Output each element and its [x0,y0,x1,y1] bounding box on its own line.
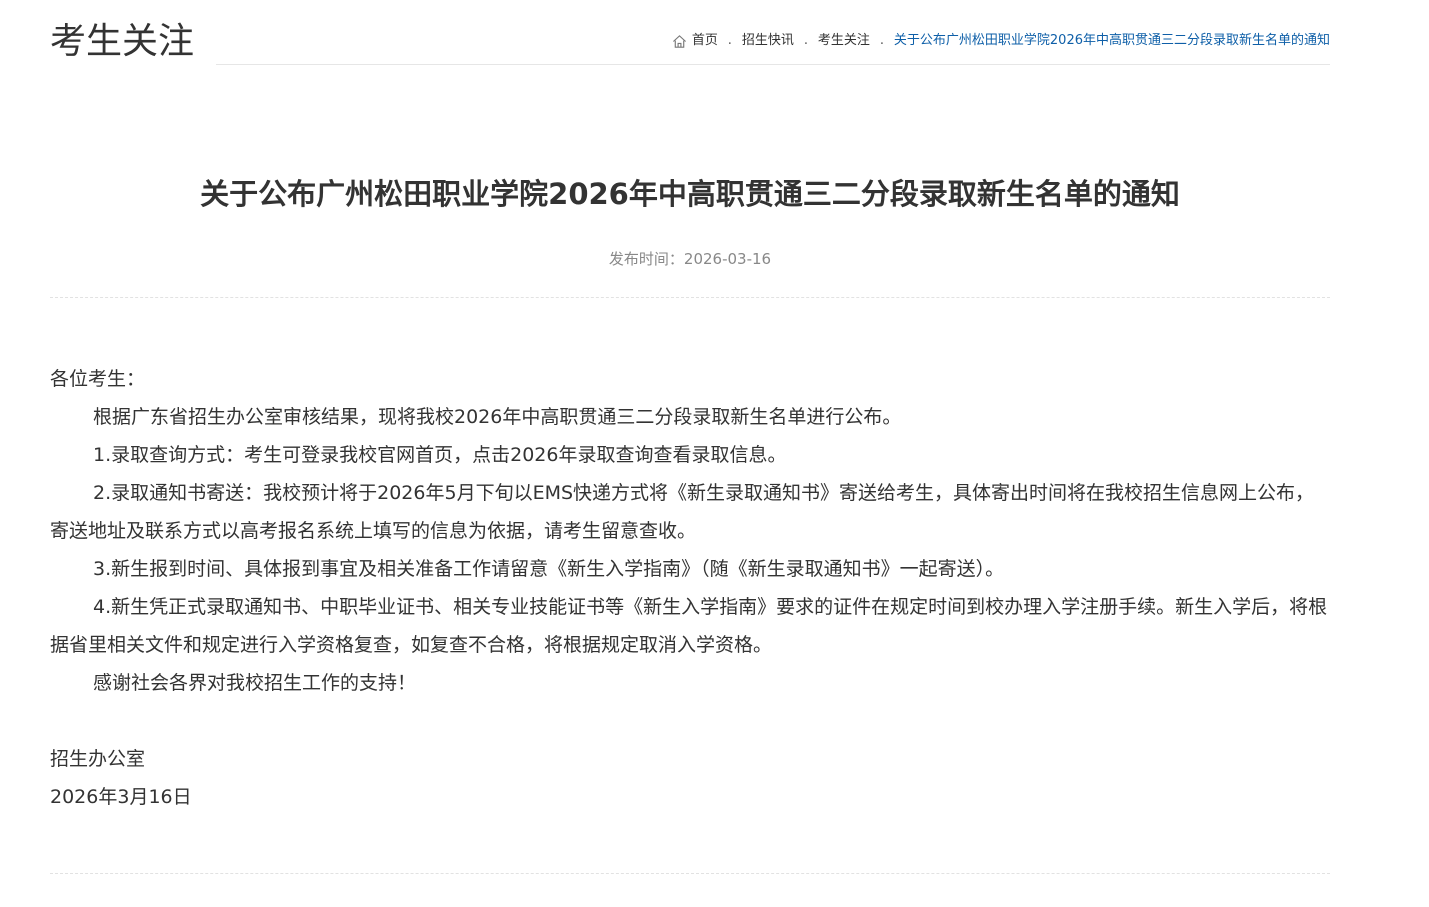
breadcrumb-candidate-focus-link[interactable]: 考生关注 [818,30,870,52]
page-container: 考生关注 首页 . 招生快讯 . 考生关注 . 关于公布广州松田职业学院2026… [50,0,1330,907]
signature-date: 2026年3月16日 [50,786,192,808]
header-divider [50,297,1330,298]
signature: 招生办公室 [50,748,146,770]
home-icon [672,34,687,49]
page-header: 考生关注 首页 . 招生快讯 . 考生关注 . 关于公布广州松田职业学院2026… [50,0,1330,66]
breadcrumb-home-link[interactable]: 首页 [692,30,718,52]
paragraph-intro: 根据广东省招生办公室审核结果，现将我校2026年中高职贯通三二分段录取新生名单进… [93,406,902,428]
article-content: 各位考生： 根据广东省招生办公室审核结果，现将我校2026年中高职贯通三二分段录… [50,360,1330,816]
breadcrumb-current-page-link[interactable]: 关于公布广州松田职业学院2026年中高职贯通三二分段录取新生名单的通知 [894,30,1330,52]
paragraph-enrollment-documents: 4.新生凭正式录取通知书、中职毕业证书、相关专业技能证书等《新生入学指南》要求的… [50,596,1328,656]
paragraph-notice-delivery: 2.录取通知书寄送：我校预计将于2026年5月下旬以EMS快递方式将《新生录取通… [50,482,1315,542]
breadcrumb: 首页 . 招生快讯 . 考生关注 . 关于公布广州松田职业学院2026年中高职贯… [672,30,1330,52]
header-underline [216,64,1330,65]
paragraph-query-method: 1.录取查询方式：考生可登录我校官网首页，点击2026年录取查询查看录取信息。 [93,444,787,466]
section-title: 考生关注 [50,21,195,62]
breadcrumb-admissions-news-link[interactable]: 招生快讯 [742,30,794,52]
breadcrumb-separator: . [803,33,808,48]
paragraph-registration-time: 3.新生报到时间、具体报到事宜及相关准备工作请留意《新生入学指南》（随《新生录取… [93,558,1005,580]
paragraph-thanks: 感谢社会各界对我校招生工作的支持！ [93,672,417,694]
publish-time: 发布时间：2026-03-16 [608,250,772,268]
breadcrumb-separator: . [879,33,884,48]
greeting: 各位考生： [50,368,146,390]
footer-divider [50,873,1330,874]
breadcrumb-separator: . [727,33,732,48]
article-title: 关于公布广州松田职业学院2026年中高职贯通三二分段录取新生名单的通知 [200,177,1180,211]
